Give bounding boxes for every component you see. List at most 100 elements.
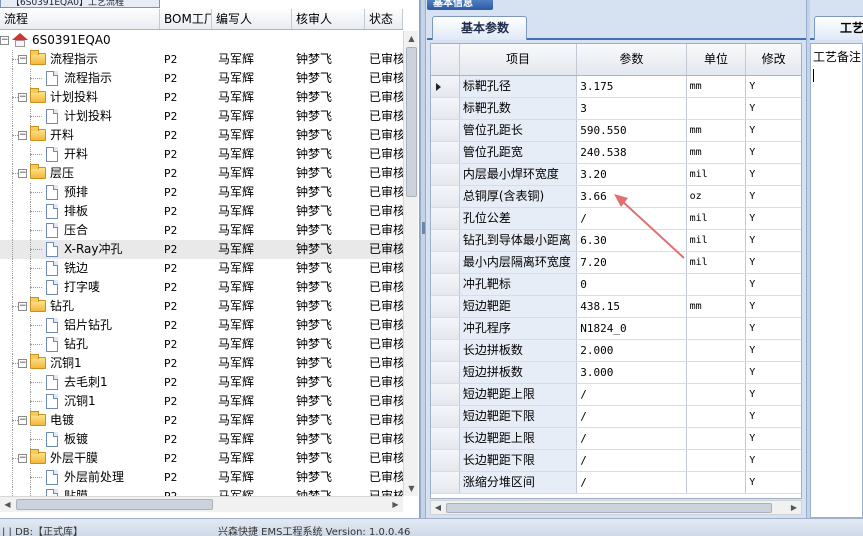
tree-row[interactable]: 去毛刺1 P2 马军辉 钟梦飞 已审核 <box>0 373 403 392</box>
cell-value[interactable]: / <box>577 428 687 449</box>
cell-value[interactable]: / <box>577 450 687 471</box>
tree-row[interactable]: 排板 P2 马军辉 钟梦飞 已审核 <box>0 202 403 221</box>
collapse-icon[interactable]: − <box>18 55 27 64</box>
scroll-up-icon[interactable]: ▲ <box>404 31 419 46</box>
row-indicator[interactable] <box>431 76 460 97</box>
tree-row[interactable]: 压合 P2 马军辉 钟梦飞 已审核 <box>0 221 403 240</box>
tree-row[interactable]: − 外层干膜 P2 马军辉 钟梦飞 已审核 <box>0 449 403 468</box>
tab-basic-params[interactable]: 基本参数 <box>432 16 527 40</box>
collapse-icon[interactable]: − <box>18 454 27 463</box>
row-indicator[interactable] <box>431 296 460 317</box>
param-row[interactable]: 长边靶距上限 / Y <box>431 428 801 450</box>
cell-value[interactable]: / <box>577 472 687 493</box>
cell-value[interactable]: N1824_0 <box>577 318 687 339</box>
scroll-right-icon[interactable]: ▶ <box>388 497 403 512</box>
tree-row[interactable]: − 计划投料 P2 马军辉 钟梦飞 已审核 <box>0 88 403 107</box>
cell-value[interactable]: 6.30 <box>577 230 687 251</box>
param-row[interactable]: 孔位公差 / mil Y <box>431 208 801 230</box>
tree-row[interactable]: 沉铜1 P2 马军辉 钟梦飞 已审核 <box>0 392 403 411</box>
param-row[interactable]: 总铜厚(含表铜) 3.66 oz Y <box>431 186 801 208</box>
row-indicator[interactable] <box>431 428 460 449</box>
param-row[interactable]: 长边靶距下限 / Y <box>431 450 801 472</box>
param-row[interactable]: 标靶孔径 3.175 mm Y <box>431 76 801 98</box>
param-row[interactable]: 最小内层隔离环宽度 7.20 mil Y <box>431 252 801 274</box>
cell-value[interactable]: 2.000 <box>577 340 687 361</box>
tree-row[interactable]: − 层压 P2 马军辉 钟梦飞 已审核 <box>0 164 403 183</box>
row-indicator[interactable] <box>431 450 460 471</box>
tree-row[interactable]: − 钻孔 P2 马军辉 钟梦飞 已审核 <box>0 297 403 316</box>
tree-row[interactable]: 流程指示 P2 马军辉 钟梦飞 已审核 <box>0 69 403 88</box>
row-indicator[interactable] <box>431 164 460 185</box>
cell-value[interactable]: 3.000 <box>577 362 687 383</box>
tree-row[interactable]: − 开料 P2 马军辉 钟梦飞 已审核 <box>0 126 403 145</box>
scroll-left-icon[interactable]: ◀ <box>431 501 445 515</box>
tree-row[interactable]: 钻孔 P2 马军辉 钟梦飞 已审核 <box>0 335 403 354</box>
row-indicator[interactable] <box>431 274 460 295</box>
param-row[interactable]: 冲孔程序 N1824_0 Y <box>431 318 801 340</box>
param-row[interactable]: 内层最小焊环宽度 3.20 mil Y <box>431 164 801 186</box>
col-header-value[interactable]: 参数 <box>577 44 687 75</box>
scroll-thumb[interactable] <box>446 503 772 513</box>
param-row[interactable]: 涨缩分堆区间 / Y <box>431 472 801 494</box>
param-row[interactable]: 钻孔到导体最小距离 6.30 mil Y <box>431 230 801 252</box>
row-indicator[interactable] <box>431 142 460 163</box>
param-row[interactable]: 短边靶距上限 / Y <box>431 384 801 406</box>
tree-row[interactable]: 贴膜 P2 马军辉 钟梦飞 已审核 <box>0 487 403 496</box>
row-indicator[interactable] <box>431 318 460 339</box>
row-indicator[interactable] <box>431 230 460 251</box>
tree-vertical-scrollbar[interactable]: ▲ ▼ <box>403 31 418 496</box>
tree-row[interactable]: 预排 P2 马军辉 钟梦飞 已审核 <box>0 183 403 202</box>
row-indicator[interactable] <box>431 98 460 119</box>
cell-value[interactable]: 7.20 <box>577 252 687 273</box>
collapse-icon[interactable]: − <box>18 359 27 368</box>
param-row[interactable]: 管位孔距长 590.550 mm Y <box>431 120 801 142</box>
param-row[interactable]: 短边靶距下限 / Y <box>431 406 801 428</box>
tree-row[interactable]: 计划投料 P2 马军辉 钟梦飞 已审核 <box>0 107 403 126</box>
row-indicator[interactable] <box>431 120 460 141</box>
cell-value[interactable]: / <box>577 406 687 427</box>
scroll-right-icon[interactable]: ▶ <box>787 501 801 515</box>
collapse-icon[interactable]: − <box>18 93 27 102</box>
tree-row[interactable]: 打字唛 P2 马军辉 钟梦飞 已审核 <box>0 278 403 297</box>
tree-row[interactable]: 开料 P2 马军辉 钟梦飞 已审核 <box>0 145 403 164</box>
tree-row[interactable]: − 6S0391EQA0 <box>0 31 403 50</box>
tab-basic-info[interactable]: 基本信息 <box>427 0 493 10</box>
tree-row[interactable]: X-Ray冲孔 P2 马军辉 钟梦飞 已审核 <box>0 240 403 259</box>
scroll-left-icon[interactable]: ◀ <box>0 497 15 512</box>
collapse-icon[interactable]: − <box>18 169 27 178</box>
panel-splitter[interactable] <box>420 0 426 518</box>
tree-row[interactable]: − 流程指示 P2 马军辉 钟梦飞 已审核 <box>0 50 403 69</box>
col-header-unit[interactable]: 单位 <box>687 44 747 75</box>
row-indicator[interactable] <box>431 362 460 383</box>
col-header-process[interactable]: 流程 <box>0 9 160 29</box>
tree-row[interactable]: − 沉铜1 P2 马军辉 钟梦飞 已审核 <box>0 354 403 373</box>
cell-value[interactable]: 3.175 <box>577 76 687 97</box>
param-row[interactable]: 管位孔距宽 240.538 mm Y <box>431 142 801 164</box>
tree-horizontal-scrollbar[interactable]: ◀ ▶ <box>0 496 403 512</box>
grid-horizontal-scrollbar[interactable]: ◀ ▶ <box>430 500 802 515</box>
tree-row[interactable]: 铣边 P2 马军辉 钟梦飞 已审核 <box>0 259 403 278</box>
cell-value[interactable]: 3.20 <box>577 164 687 185</box>
col-header-item[interactable]: 项目 <box>460 44 578 75</box>
row-indicator[interactable] <box>431 406 460 427</box>
notes-editor[interactable]: 工艺备注 <box>810 43 863 518</box>
row-indicator[interactable] <box>431 186 460 207</box>
row-indicator[interactable] <box>431 384 460 405</box>
param-row[interactable]: 标靶孔数 3 Y <box>431 98 801 120</box>
tab-process-notes[interactable]: 工艺备注 <box>814 16 863 40</box>
collapse-icon[interactable]: − <box>0 36 9 45</box>
param-row[interactable]: 长边拼板数 2.000 Y <box>431 340 801 362</box>
tree-row[interactable]: 铝片钻孔 P2 马军辉 钟梦飞 已审核 <box>0 316 403 335</box>
col-header-bom[interactable]: BOM工厂 <box>160 9 212 29</box>
splitter-grip-icon[interactable] <box>422 222 425 234</box>
row-indicator[interactable] <box>431 472 460 493</box>
col-header-checker[interactable]: 核审人 <box>292 9 365 29</box>
cell-value[interactable]: 3.66 <box>577 186 687 207</box>
tree-row[interactable]: 板镀 P2 马军辉 钟梦飞 已审核 <box>0 430 403 449</box>
tree-row[interactable]: − 电镀 P2 马军辉 钟梦飞 已审核 <box>0 411 403 430</box>
scroll-down-icon[interactable]: ▼ <box>404 481 419 496</box>
col-header-modify[interactable]: 修改 <box>746 44 801 75</box>
param-row[interactable]: 短边靶距 438.15 mm Y <box>431 296 801 318</box>
cell-value[interactable]: 438.15 <box>577 296 687 317</box>
col-header-status[interactable]: 状态 <box>365 9 403 29</box>
